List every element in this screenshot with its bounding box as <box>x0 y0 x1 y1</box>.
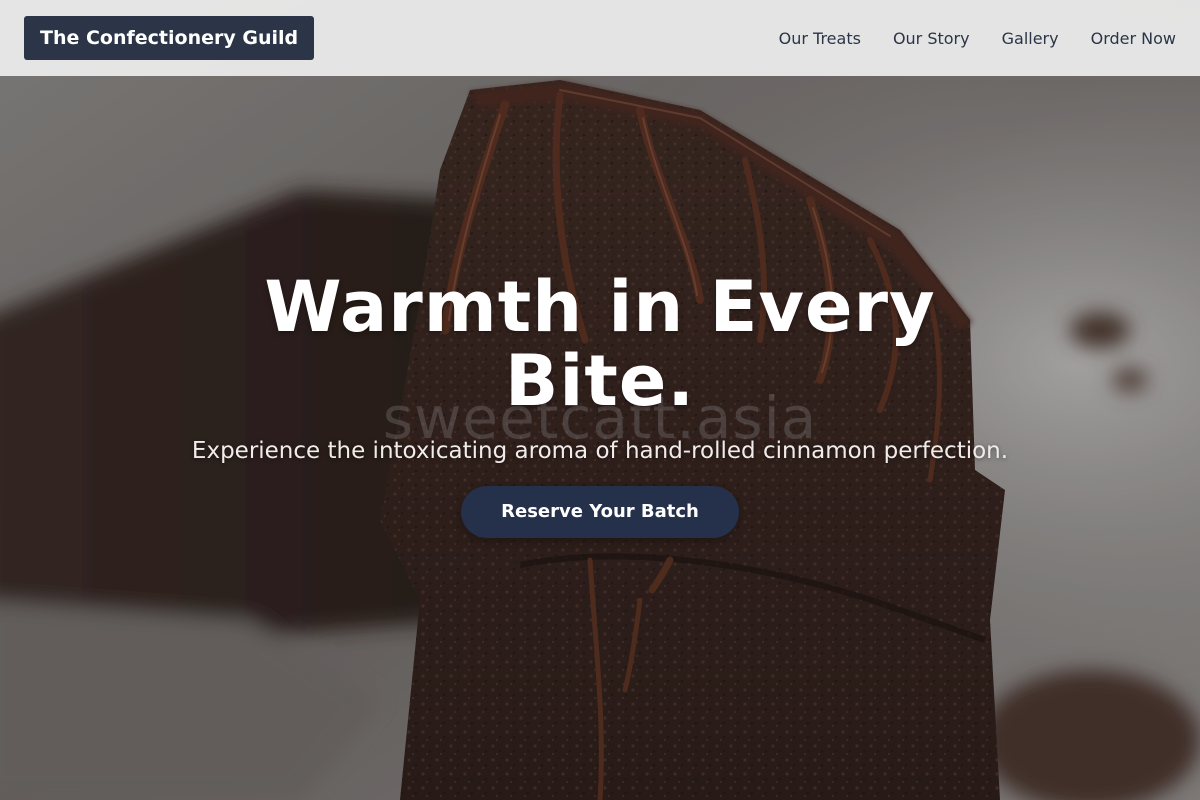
nav-links: Our Treats Our Story Gallery Order Now <box>779 29 1176 48</box>
hero-subtitle: Experience the intoxicating aroma of han… <box>191 438 1009 464</box>
reserve-batch-button[interactable]: Reserve Your Batch <box>461 486 739 538</box>
top-navbar: The Confectionery Guild Our Treats Our S… <box>0 0 1200 76</box>
nav-link-gallery[interactable]: Gallery <box>1002 29 1059 48</box>
brand-logo[interactable]: The Confectionery Guild <box>24 16 315 60</box>
landing-page: The Confectionery Guild Our Treats Our S… <box>0 0 1200 800</box>
hero-title: Warmth in Every Bite. <box>264 266 936 422</box>
nav-link-order-now[interactable]: Order Now <box>1091 29 1176 48</box>
hero-section: Warmth in Every Bite. Experience the int… <box>0 270 1200 538</box>
nav-link-our-treats[interactable]: Our Treats <box>779 29 861 48</box>
nav-link-our-story[interactable]: Our Story <box>893 29 970 48</box>
